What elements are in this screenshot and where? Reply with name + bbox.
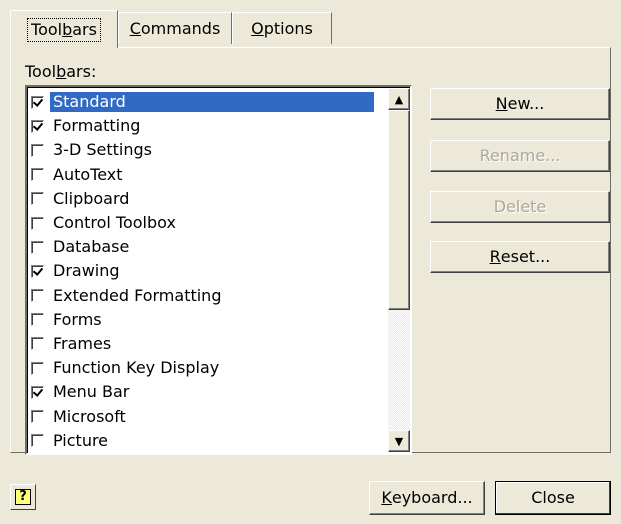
list-item[interactable]: Control Toolbox	[31, 211, 391, 235]
list-item[interactable]: Formatting	[31, 114, 391, 138]
list-item[interactable]: Clipboard	[31, 187, 391, 211]
list-item-label: 3-D Settings	[53, 140, 152, 160]
list-item[interactable]: AutoText	[31, 163, 391, 187]
list-item[interactable]: Forms	[31, 308, 391, 332]
list-item[interactable]: Microsoft	[31, 404, 391, 428]
checkbox[interactable]	[31, 264, 44, 278]
checkbox[interactable]	[31, 337, 44, 351]
tab-toolbars-accel: b	[62, 19, 73, 39]
list-item[interactable]: Extended Formatting	[31, 284, 391, 308]
scrollbar[interactable]: ▲ ▼	[388, 88, 410, 452]
list-item[interactable]: Picture	[31, 429, 391, 453]
toolbars-list: Standard Formatting 3-D Settings AutoText Cl…	[31, 90, 391, 453]
list-item-label: Function Key Display	[53, 358, 220, 378]
checkbox[interactable]	[31, 385, 44, 399]
list-item[interactable]: Database	[31, 235, 391, 259]
checkbox[interactable]	[31, 143, 44, 157]
tab-toolbars[interactable]: Toolbars	[10, 10, 118, 48]
help-icon: ?	[15, 489, 31, 505]
tab-toolbars-label-rest: ars	[72, 19, 97, 39]
list-item-label: Database	[53, 237, 130, 257]
scroll-thumb[interactable]	[388, 110, 410, 310]
help-button[interactable]: ?	[10, 484, 36, 510]
checkbox[interactable]	[31, 361, 44, 375]
list-item-label: Picture	[53, 430, 109, 450]
list-item-label: Clipboard	[53, 188, 130, 208]
list-item-label: Formatting	[53, 116, 141, 136]
tab-toolbars-label: Tool	[31, 19, 63, 39]
list-item-label: Drawing	[53, 261, 120, 281]
close-button[interactable]: Close	[495, 481, 611, 515]
list-item-label: Microsoft	[53, 406, 126, 426]
list-item-label: Extended Formatting	[53, 285, 222, 305]
rename-button[interactable]: Rename...	[430, 140, 610, 172]
list-item[interactable]: Function Key Display	[31, 356, 391, 380]
toolbars-listbox[interactable]: Standard Formatting 3-D Settings AutoText Cl…	[25, 85, 412, 455]
checkbox[interactable]	[31, 410, 44, 424]
list-item[interactable]: Standard	[31, 90, 391, 114]
tab-options-accel: O	[251, 18, 264, 38]
list-item[interactable]: Frames	[31, 332, 391, 356]
checkbox[interactable]	[31, 240, 44, 254]
list-item-label: Forms	[53, 309, 102, 329]
list-item[interactable]: 3-D Settings	[31, 138, 391, 162]
list-item-label: Control Toolbox	[53, 213, 176, 233]
arrow-up-icon: ▲	[394, 92, 404, 106]
new-button[interactable]: New...	[430, 88, 610, 120]
list-item-label: Standard	[50, 92, 374, 113]
tab-commands-label: ommands	[140, 18, 221, 38]
checkbox[interactable]	[31, 95, 44, 109]
list-item[interactable]: Drawing	[31, 259, 391, 283]
list-item[interactable]: Menu Bar	[31, 380, 391, 404]
tab-options[interactable]: Options	[232, 12, 332, 44]
checkbox[interactable]	[31, 216, 44, 230]
tab-options-label: ptions	[263, 18, 313, 38]
list-item-label: Frames	[53, 333, 112, 353]
reset-button[interactable]: Reset...	[430, 241, 610, 273]
checkbox[interactable]	[31, 192, 44, 206]
keyboard-button[interactable]: Keyboard...	[369, 481, 485, 515]
scroll-up-button[interactable]: ▲	[388, 88, 410, 110]
delete-button[interactable]: Delete	[430, 191, 610, 223]
toolbars-list-label: Toolbars:	[25, 62, 97, 81]
scroll-down-button[interactable]: ▼	[388, 430, 410, 452]
checkbox[interactable]	[31, 434, 44, 448]
list-item-label: AutoText	[53, 164, 123, 184]
checkbox[interactable]	[31, 289, 44, 303]
arrow-down-icon: ▼	[394, 434, 404, 448]
list-item-label: Menu Bar	[53, 382, 130, 402]
tab-commands-accel: C	[129, 18, 141, 38]
tab-commands[interactable]: Commands	[118, 12, 232, 44]
checkbox[interactable]	[31, 119, 44, 133]
checkbox[interactable]	[31, 313, 44, 327]
checkbox[interactable]	[31, 168, 44, 182]
